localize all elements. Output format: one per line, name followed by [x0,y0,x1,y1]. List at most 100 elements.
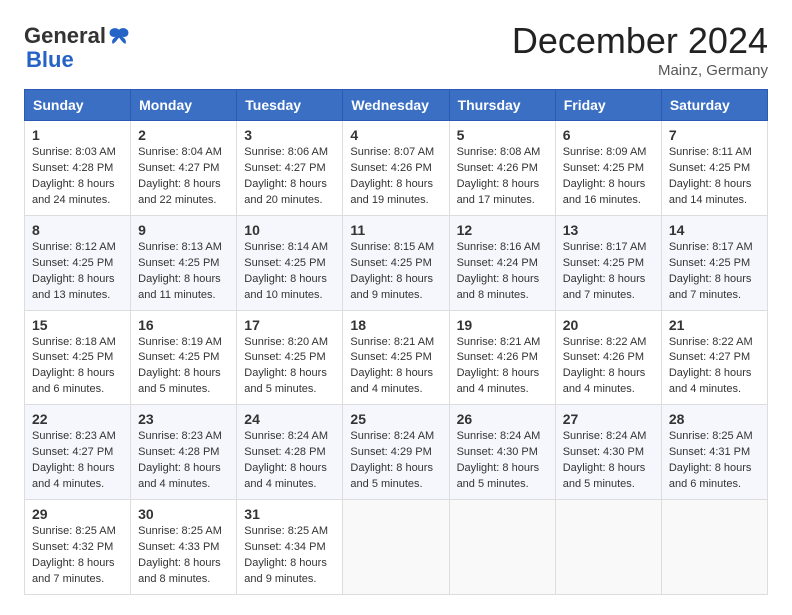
location: Mainz, Germany [512,62,768,79]
day-info: Sunrise: 8:24 AMSunset: 4:28 PMDaylight:… [244,430,328,490]
day-info: Sunrise: 8:21 AMSunset: 4:25 PMDaylight:… [350,336,434,396]
calendar-cell: 31 Sunrise: 8:25 AMSunset: 4:34 PMDaylig… [237,500,343,595]
calendar-cell: 29 Sunrise: 8:25 AMSunset: 4:32 PMDaylig… [25,500,131,595]
day-info: Sunrise: 8:08 AMSunset: 4:26 PMDaylight:… [457,146,541,206]
day-number: 23 [138,411,229,427]
calendar-cell: 3 Sunrise: 8:06 AMSunset: 4:27 PMDayligh… [237,121,343,216]
day-number: 7 [669,127,760,143]
day-info: Sunrise: 8:18 AMSunset: 4:25 PMDaylight:… [32,336,116,396]
day-number: 25 [350,411,441,427]
day-info: Sunrise: 8:24 AMSunset: 4:30 PMDaylight:… [457,430,541,490]
day-info: Sunrise: 8:14 AMSunset: 4:25 PMDaylight:… [244,241,328,301]
calendar-cell [449,500,555,595]
calendar-week-row: 8 Sunrise: 8:12 AMSunset: 4:25 PMDayligh… [25,215,768,310]
calendar-header-sunday: Sunday [25,90,131,121]
calendar-week-row: 22 Sunrise: 8:23 AMSunset: 4:27 PMDaylig… [25,405,768,500]
calendar-cell: 8 Sunrise: 8:12 AMSunset: 4:25 PMDayligh… [25,215,131,310]
calendar-cell: 22 Sunrise: 8:23 AMSunset: 4:27 PMDaylig… [25,405,131,500]
calendar-cell: 30 Sunrise: 8:25 AMSunset: 4:33 PMDaylig… [131,500,237,595]
day-info: Sunrise: 8:06 AMSunset: 4:27 PMDaylight:… [244,146,328,206]
day-info: Sunrise: 8:25 AMSunset: 4:34 PMDaylight:… [244,525,328,585]
calendar-cell: 12 Sunrise: 8:16 AMSunset: 4:24 PMDaylig… [449,215,555,310]
day-info: Sunrise: 8:15 AMSunset: 4:25 PMDaylight:… [350,241,434,301]
day-number: 5 [457,127,548,143]
calendar-cell: 17 Sunrise: 8:20 AMSunset: 4:25 PMDaylig… [237,310,343,405]
calendar-cell: 19 Sunrise: 8:21 AMSunset: 4:26 PMDaylig… [449,310,555,405]
calendar-cell: 18 Sunrise: 8:21 AMSunset: 4:25 PMDaylig… [343,310,449,405]
day-info: Sunrise: 8:23 AMSunset: 4:27 PMDaylight:… [32,430,116,490]
day-info: Sunrise: 8:16 AMSunset: 4:24 PMDaylight:… [457,241,541,301]
calendar-header-row: SundayMondayTuesdayWednesdayThursdayFrid… [25,90,768,121]
day-info: Sunrise: 8:22 AMSunset: 4:26 PMDaylight:… [563,336,647,396]
calendar-cell: 11 Sunrise: 8:15 AMSunset: 4:25 PMDaylig… [343,215,449,310]
day-info: Sunrise: 8:25 AMSunset: 4:31 PMDaylight:… [669,430,753,490]
day-number: 21 [669,317,760,333]
calendar-week-row: 29 Sunrise: 8:25 AMSunset: 4:32 PMDaylig… [25,500,768,595]
calendar-cell: 20 Sunrise: 8:22 AMSunset: 4:26 PMDaylig… [555,310,661,405]
day-info: Sunrise: 8:24 AMSunset: 4:30 PMDaylight:… [563,430,647,490]
calendar-cell [343,500,449,595]
calendar-cell: 26 Sunrise: 8:24 AMSunset: 4:30 PMDaylig… [449,405,555,500]
day-number: 10 [244,222,335,238]
calendar-cell [661,500,767,595]
calendar-cell: 15 Sunrise: 8:18 AMSunset: 4:25 PMDaylig… [25,310,131,405]
day-info: Sunrise: 8:17 AMSunset: 4:25 PMDaylight:… [563,241,647,301]
day-number: 12 [457,222,548,238]
day-number: 16 [138,317,229,333]
calendar-cell: 9 Sunrise: 8:13 AMSunset: 4:25 PMDayligh… [131,215,237,310]
calendar-week-row: 1 Sunrise: 8:03 AMSunset: 4:28 PMDayligh… [25,121,768,216]
day-info: Sunrise: 8:03 AMSunset: 4:28 PMDaylight:… [32,146,116,206]
logo: General Blue [24,20,130,72]
calendar-cell: 14 Sunrise: 8:17 AMSunset: 4:25 PMDaylig… [661,215,767,310]
day-number: 15 [32,317,123,333]
day-number: 17 [244,317,335,333]
day-info: Sunrise: 8:25 AMSunset: 4:32 PMDaylight:… [32,525,116,585]
calendar-week-row: 15 Sunrise: 8:18 AMSunset: 4:25 PMDaylig… [25,310,768,405]
day-number: 22 [32,411,123,427]
day-number: 1 [32,127,123,143]
calendar-cell: 2 Sunrise: 8:04 AMSunset: 4:27 PMDayligh… [131,121,237,216]
day-info: Sunrise: 8:25 AMSunset: 4:33 PMDaylight:… [138,525,222,585]
day-number: 26 [457,411,548,427]
day-info: Sunrise: 8:20 AMSunset: 4:25 PMDaylight:… [244,336,328,396]
day-number: 30 [138,506,229,522]
day-number: 9 [138,222,229,238]
day-number: 11 [350,222,441,238]
day-info: Sunrise: 8:09 AMSunset: 4:25 PMDaylight:… [563,146,647,206]
header: General Blue December 2024 Mainz, German… [24,20,768,79]
title-area: December 2024 Mainz, Germany [512,20,768,79]
calendar-cell: 4 Sunrise: 8:07 AMSunset: 4:26 PMDayligh… [343,121,449,216]
calendar-cell: 13 Sunrise: 8:17 AMSunset: 4:25 PMDaylig… [555,215,661,310]
day-number: 19 [457,317,548,333]
day-number: 2 [138,127,229,143]
calendar-cell: 1 Sunrise: 8:03 AMSunset: 4:28 PMDayligh… [25,121,131,216]
day-number: 28 [669,411,760,427]
day-number: 3 [244,127,335,143]
day-info: Sunrise: 8:17 AMSunset: 4:25 PMDaylight:… [669,241,753,301]
calendar-cell: 16 Sunrise: 8:19 AMSunset: 4:25 PMDaylig… [131,310,237,405]
calendar-header-monday: Monday [131,90,237,121]
calendar-header-wednesday: Wednesday [343,90,449,121]
calendar-cell: 28 Sunrise: 8:25 AMSunset: 4:31 PMDaylig… [661,405,767,500]
day-info: Sunrise: 8:21 AMSunset: 4:26 PMDaylight:… [457,336,541,396]
day-number: 20 [563,317,654,333]
day-info: Sunrise: 8:23 AMSunset: 4:28 PMDaylight:… [138,430,222,490]
day-info: Sunrise: 8:13 AMSunset: 4:25 PMDaylight:… [138,241,222,301]
month-title: December 2024 [512,20,768,62]
calendar-cell [555,500,661,595]
calendar-cell: 10 Sunrise: 8:14 AMSunset: 4:25 PMDaylig… [237,215,343,310]
day-info: Sunrise: 8:19 AMSunset: 4:25 PMDaylight:… [138,336,222,396]
day-number: 8 [32,222,123,238]
day-number: 27 [563,411,654,427]
calendar-cell: 7 Sunrise: 8:11 AMSunset: 4:25 PMDayligh… [661,121,767,216]
day-number: 13 [563,222,654,238]
day-number: 4 [350,127,441,143]
calendar-header-tuesday: Tuesday [237,90,343,121]
day-number: 24 [244,411,335,427]
day-number: 29 [32,506,123,522]
calendar-header-saturday: Saturday [661,90,767,121]
calendar-cell: 24 Sunrise: 8:24 AMSunset: 4:28 PMDaylig… [237,405,343,500]
calendar: SundayMondayTuesdayWednesdayThursdayFrid… [24,89,768,595]
calendar-cell: 23 Sunrise: 8:23 AMSunset: 4:28 PMDaylig… [131,405,237,500]
day-number: 6 [563,127,654,143]
